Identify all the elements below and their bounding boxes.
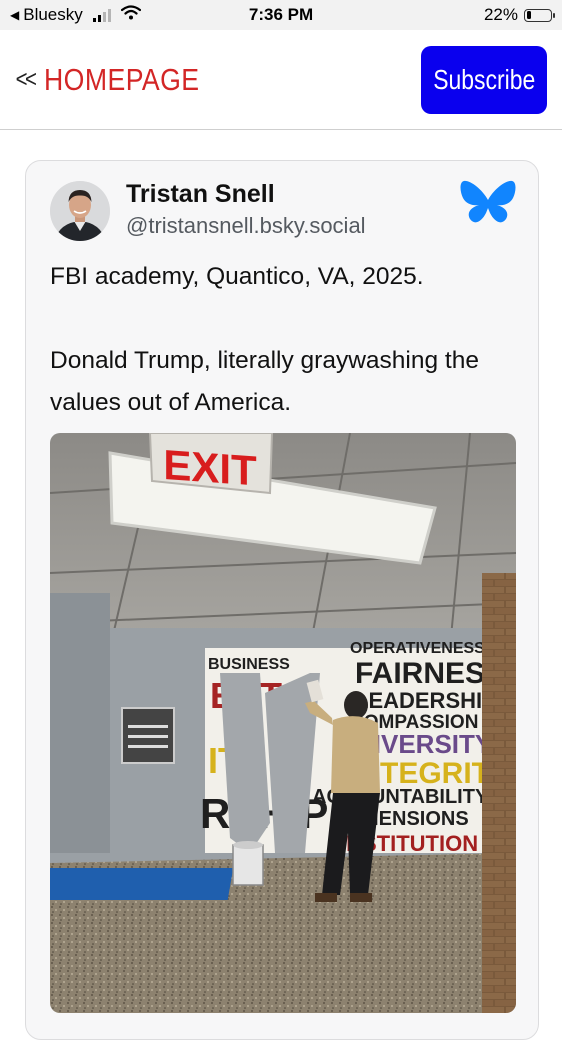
mural-word: BUSINESS [208, 656, 290, 673]
homepage-link[interactable]: << HOMEPAGE [14, 62, 225, 98]
post-card[interactable]: Tristan Snell @tristansnell.bsky.social … [25, 160, 539, 1040]
mural-word: OPERATIVENESS [350, 640, 485, 657]
bluesky-butterfly-icon[interactable] [460, 179, 516, 227]
clock: 7:36 PM [248, 5, 314, 24]
post-image[interactable]: EXIT OPERATIVENESS FAIRNESS LEADERSHIP C… [50, 433, 516, 1013]
author-handle[interactable]: @tristansnell.bsky.social [126, 213, 366, 239]
avatar[interactable] [50, 181, 110, 241]
post-photo: EXIT OPERATIVENESS FAIRNESS LEADERSHIP C… [50, 433, 516, 1013]
post-body: FBI academy, Quantico, VA, 2025. Donald … [50, 256, 520, 424]
post-text-line: FBI academy, Quantico, VA, 2025. [50, 263, 424, 290]
author-name[interactable]: Tristan Snell [126, 180, 275, 209]
battery-level [526, 11, 532, 19]
post-text-line: Donald Trump, literally graywashing the … [50, 347, 479, 416]
mural-word: LEADERSHIP [355, 688, 497, 713]
status-bar: ◀ Bluesky 7:36 PM 22% [0, 0, 562, 30]
subscribe-label: Subscribe [432, 64, 536, 95]
double-chevron-left-icon: << [15, 66, 37, 93]
battery-percent: 22% [483, 5, 518, 24]
top-nav: << HOMEPAGE Subscribe [0, 30, 562, 130]
subscribe-button[interactable]: Subscribe [421, 46, 547, 114]
author-photo [50, 181, 110, 241]
homepage-label: HOMEPAGE [44, 62, 200, 97]
exit-sign-text: EXIT [163, 441, 257, 494]
status-right: 22% [483, 5, 555, 25]
battery-icon [524, 8, 555, 22]
